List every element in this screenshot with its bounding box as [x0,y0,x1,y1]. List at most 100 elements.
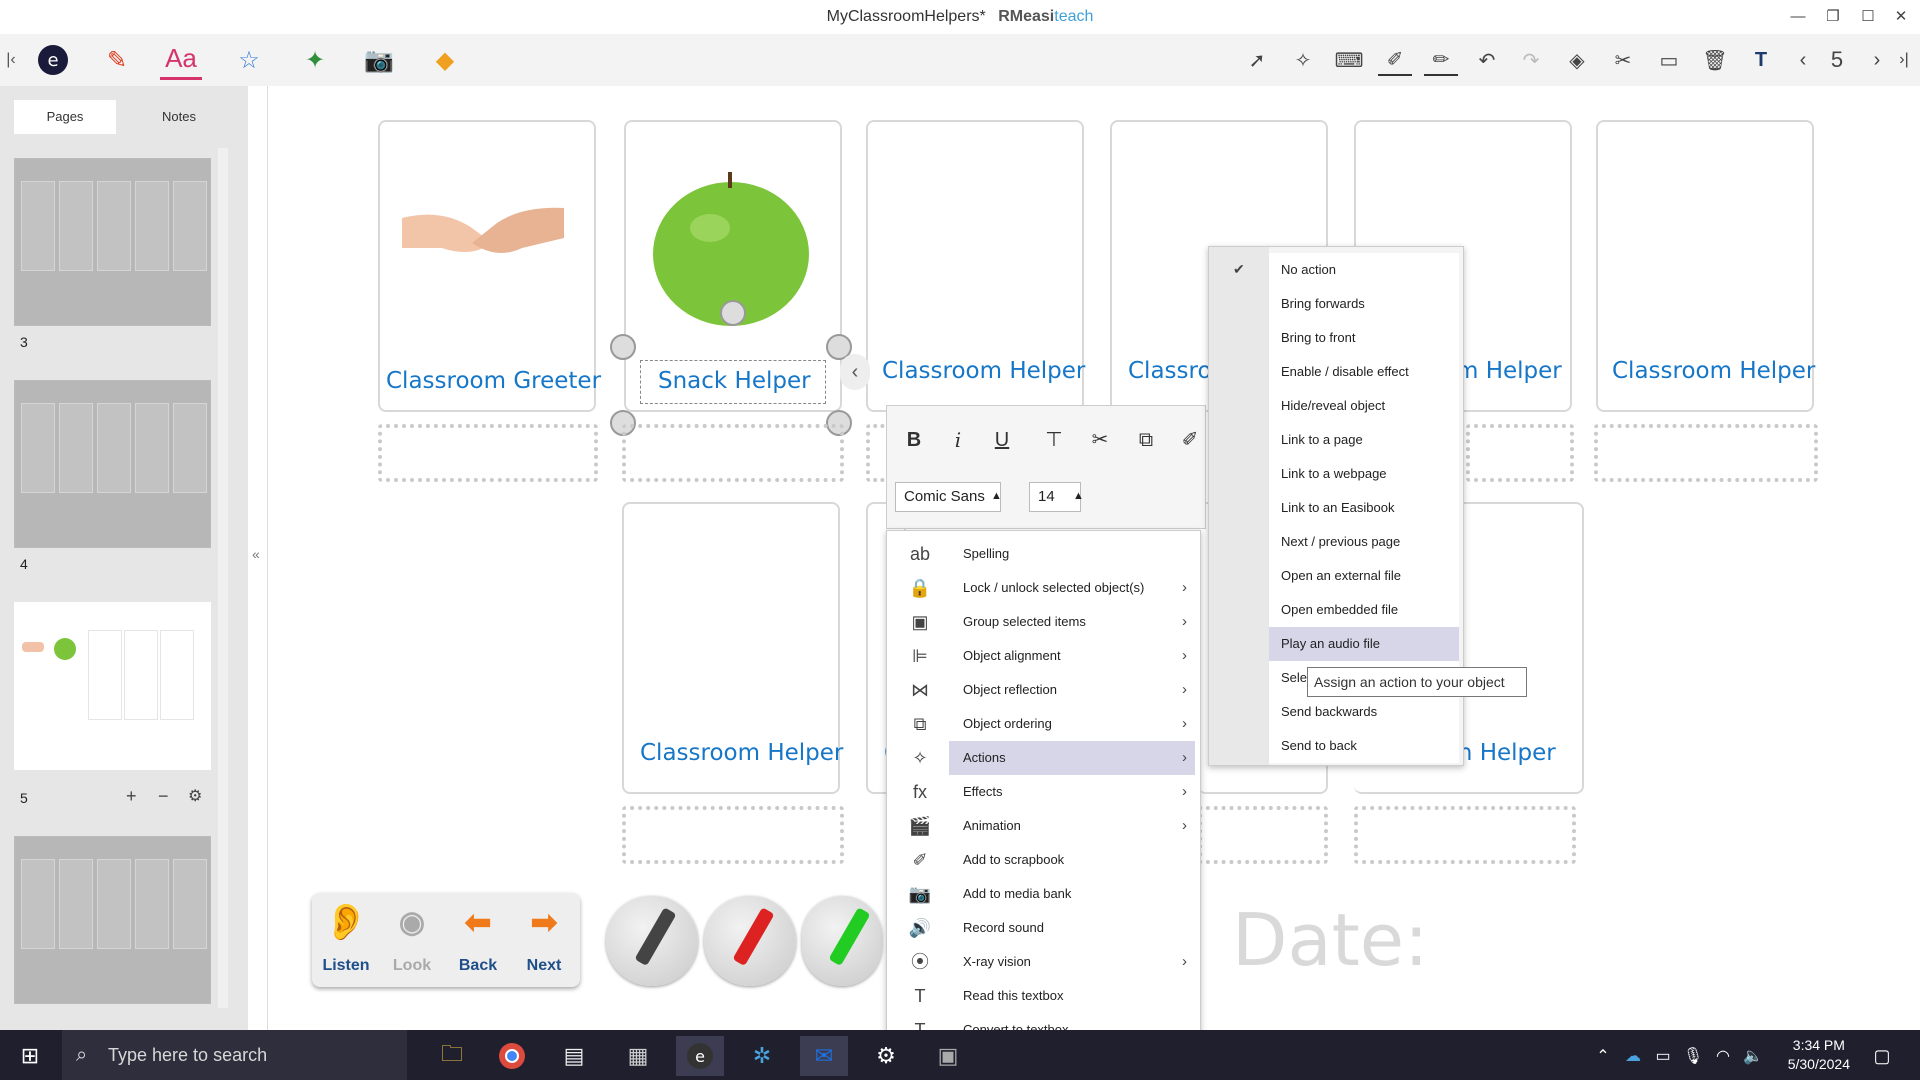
next-button[interactable]: ➡ Next [512,895,576,985]
look-button[interactable]: ◉ Look [380,895,444,985]
context-menu-item[interactable]: Animation › [949,809,1195,843]
context-menu-item[interactable]: Read this textbox [949,979,1195,1013]
context-menu-item[interactable]: Group selected items › [949,605,1195,639]
page-thumbnail-4[interactable] [14,380,211,548]
action-menu-item[interactable]: Play an audio file [1269,627,1459,661]
clock[interactable]: 3:34 PM 5/30/2024 [1788,1036,1850,1074]
app-icon[interactable]: ▣ [924,1036,972,1076]
context-menu-item[interactable]: Object alignment › [949,639,1195,673]
windows-start-icon[interactable]: ⊞ [6,1036,54,1076]
next-page-icon[interactable]: › [1860,44,1894,76]
page-settings-icon[interactable]: ⚙ [188,786,202,806]
context-menu-item[interactable]: Actions › [949,741,1195,775]
action-menu-item[interactable]: Bring forwards [1269,287,1459,321]
clear-icon[interactable]: ✂ [1606,44,1640,76]
camera-icon[interactable]: 📷 [358,40,400,80]
action-menu-item[interactable]: Link to a page [1269,423,1459,457]
chevron-up-icon[interactable]: ⌃ [1588,1036,1618,1076]
helper-card[interactable]: Classroom Helper [866,120,1085,412]
context-menu-item[interactable]: Add to media bank [949,877,1195,911]
pages-scrollbar[interactable] [218,148,228,1008]
context-menu-item[interactable]: Add to scrapbook [949,843,1195,877]
context-menu-item[interactable]: Object reflection › [949,673,1195,707]
font-name-dropdown-icon[interactable]: ▲ [991,490,1002,502]
back-button[interactable]: ⬅ Back [446,895,510,985]
action-menu-item[interactable]: Enable / disable effect [1269,355,1459,389]
select-icon[interactable]: ➚ [1240,44,1274,76]
name-box[interactable] [1198,806,1328,864]
maximize-icon[interactable]: ☐ [1855,6,1881,28]
app-icon[interactable]: ▤ [550,1036,598,1076]
wifi-icon[interactable]: ◠ [1708,1036,1738,1076]
minimize-icon[interactable]: — [1785,6,1811,28]
green-marker-button[interactable] [802,896,882,986]
action-menu-item[interactable]: Bring to front [1269,321,1459,355]
magic-select-icon[interactable]: ✧ [1286,44,1320,76]
close-icon[interactable]: ✕ [1888,6,1914,28]
notifications-icon[interactable]: ▢ [1858,1036,1906,1076]
name-box[interactable] [378,424,598,482]
page-thumbnail-5[interactable] [14,602,211,770]
page-thumbnail-3[interactable] [14,158,211,326]
context-menu-item[interactable]: Effects › [949,775,1195,809]
name-box[interactable] [1594,424,1818,482]
collapse-panel-icon[interactable]: « [252,546,260,562]
action-menu-item[interactable]: Open embedded file [1269,593,1459,627]
helper-card[interactable]: Classroom Helper [622,502,843,794]
taskbar-search[interactable]: ⌕ Type here to search [62,1030,407,1080]
context-menu-item[interactable]: Lock / unlock selected object(s) › [949,571,1195,605]
bold-button[interactable]: B [899,424,929,456]
helper-card[interactable]: Classroom Greeter [378,120,601,412]
name-box[interactable] [1354,806,1576,864]
resize-handle[interactable] [610,334,636,360]
action-menu-item[interactable]: Link to an Easibook [1269,491,1459,525]
context-menu-item[interactable]: Spelling [949,537,1195,571]
outlook-icon[interactable]: ✉ [800,1036,848,1076]
text-icon[interactable]: Aa [160,40,202,80]
action-menu-item[interactable]: Send to back [1269,729,1459,763]
action-menu-item[interactable]: No action [1269,253,1459,287]
easiteach-taskbar-icon[interactable]: e [676,1036,724,1076]
battery-icon[interactable]: ▭ [1648,1036,1678,1076]
display-icon[interactable]: ▭ [1652,44,1686,76]
microphone-icon[interactable]: 🎙 [1678,1036,1708,1076]
expand-toolbar-icon[interactable]: ›| [1890,44,1918,76]
file-explorer-icon[interactable]: 🗀 [428,1036,476,1076]
media-icon[interactable]: ◆ [424,40,466,80]
action-menu-item[interactable]: Open an external file [1269,559,1459,593]
name-box[interactable] [622,806,844,864]
tab-pages[interactable]: Pages [14,100,116,134]
star-icon[interactable]: ☆ [228,40,270,80]
context-menu-item[interactable]: Object ordering › [949,707,1195,741]
restore-icon[interactable]: ❐ [1820,6,1846,28]
volume-icon[interactable]: 🔈 [1738,1036,1768,1076]
helper-card[interactable]: Classroom Helper [1596,120,1815,412]
handshake-image[interactable] [402,198,564,268]
black-marker-button[interactable] [606,896,698,986]
onedrive-icon[interactable]: ☁ [1618,1036,1648,1076]
action-menu-item[interactable]: Link to a webpage [1269,457,1459,491]
eraser-icon[interactable]: ◈ [1560,44,1594,76]
chrome-icon[interactable] [488,1036,536,1076]
name-box[interactable] [622,424,844,482]
control-panel-icon[interactable]: ▦ [614,1036,662,1076]
undo-icon[interactable]: ↶ [1470,44,1504,76]
page-thumbnail-6[interactable] [14,836,211,1004]
listen-button[interactable]: 👂 Listen [314,895,378,985]
underline-button[interactable]: U [987,424,1017,456]
interactive-icon[interactable]: ✦ [294,40,336,80]
keyboard-icon[interactable]: ⌨ [1332,44,1366,76]
italic-button[interactable]: i [943,424,973,456]
selection-box[interactable] [640,360,826,404]
previous-page-icon[interactable]: ‹ [1786,44,1820,76]
panel-collapse-bar[interactable]: « [250,86,268,1030]
action-menu-item[interactable]: Next / previous page [1269,525,1459,559]
app-icon[interactable]: ✲ [738,1036,786,1076]
add-page-button[interactable]: + [126,786,137,807]
copy-icon[interactable]: ⧉ [1131,424,1161,456]
collapse-toolbar-icon[interactable]: |‹ [0,40,22,80]
pen-icon[interactable]: ✎ [96,40,138,80]
collapse-handle-icon[interactable]: ‹ [840,354,870,390]
red-marker-button[interactable] [704,896,796,986]
highlighter-icon[interactable]: ✐ [1378,44,1412,76]
